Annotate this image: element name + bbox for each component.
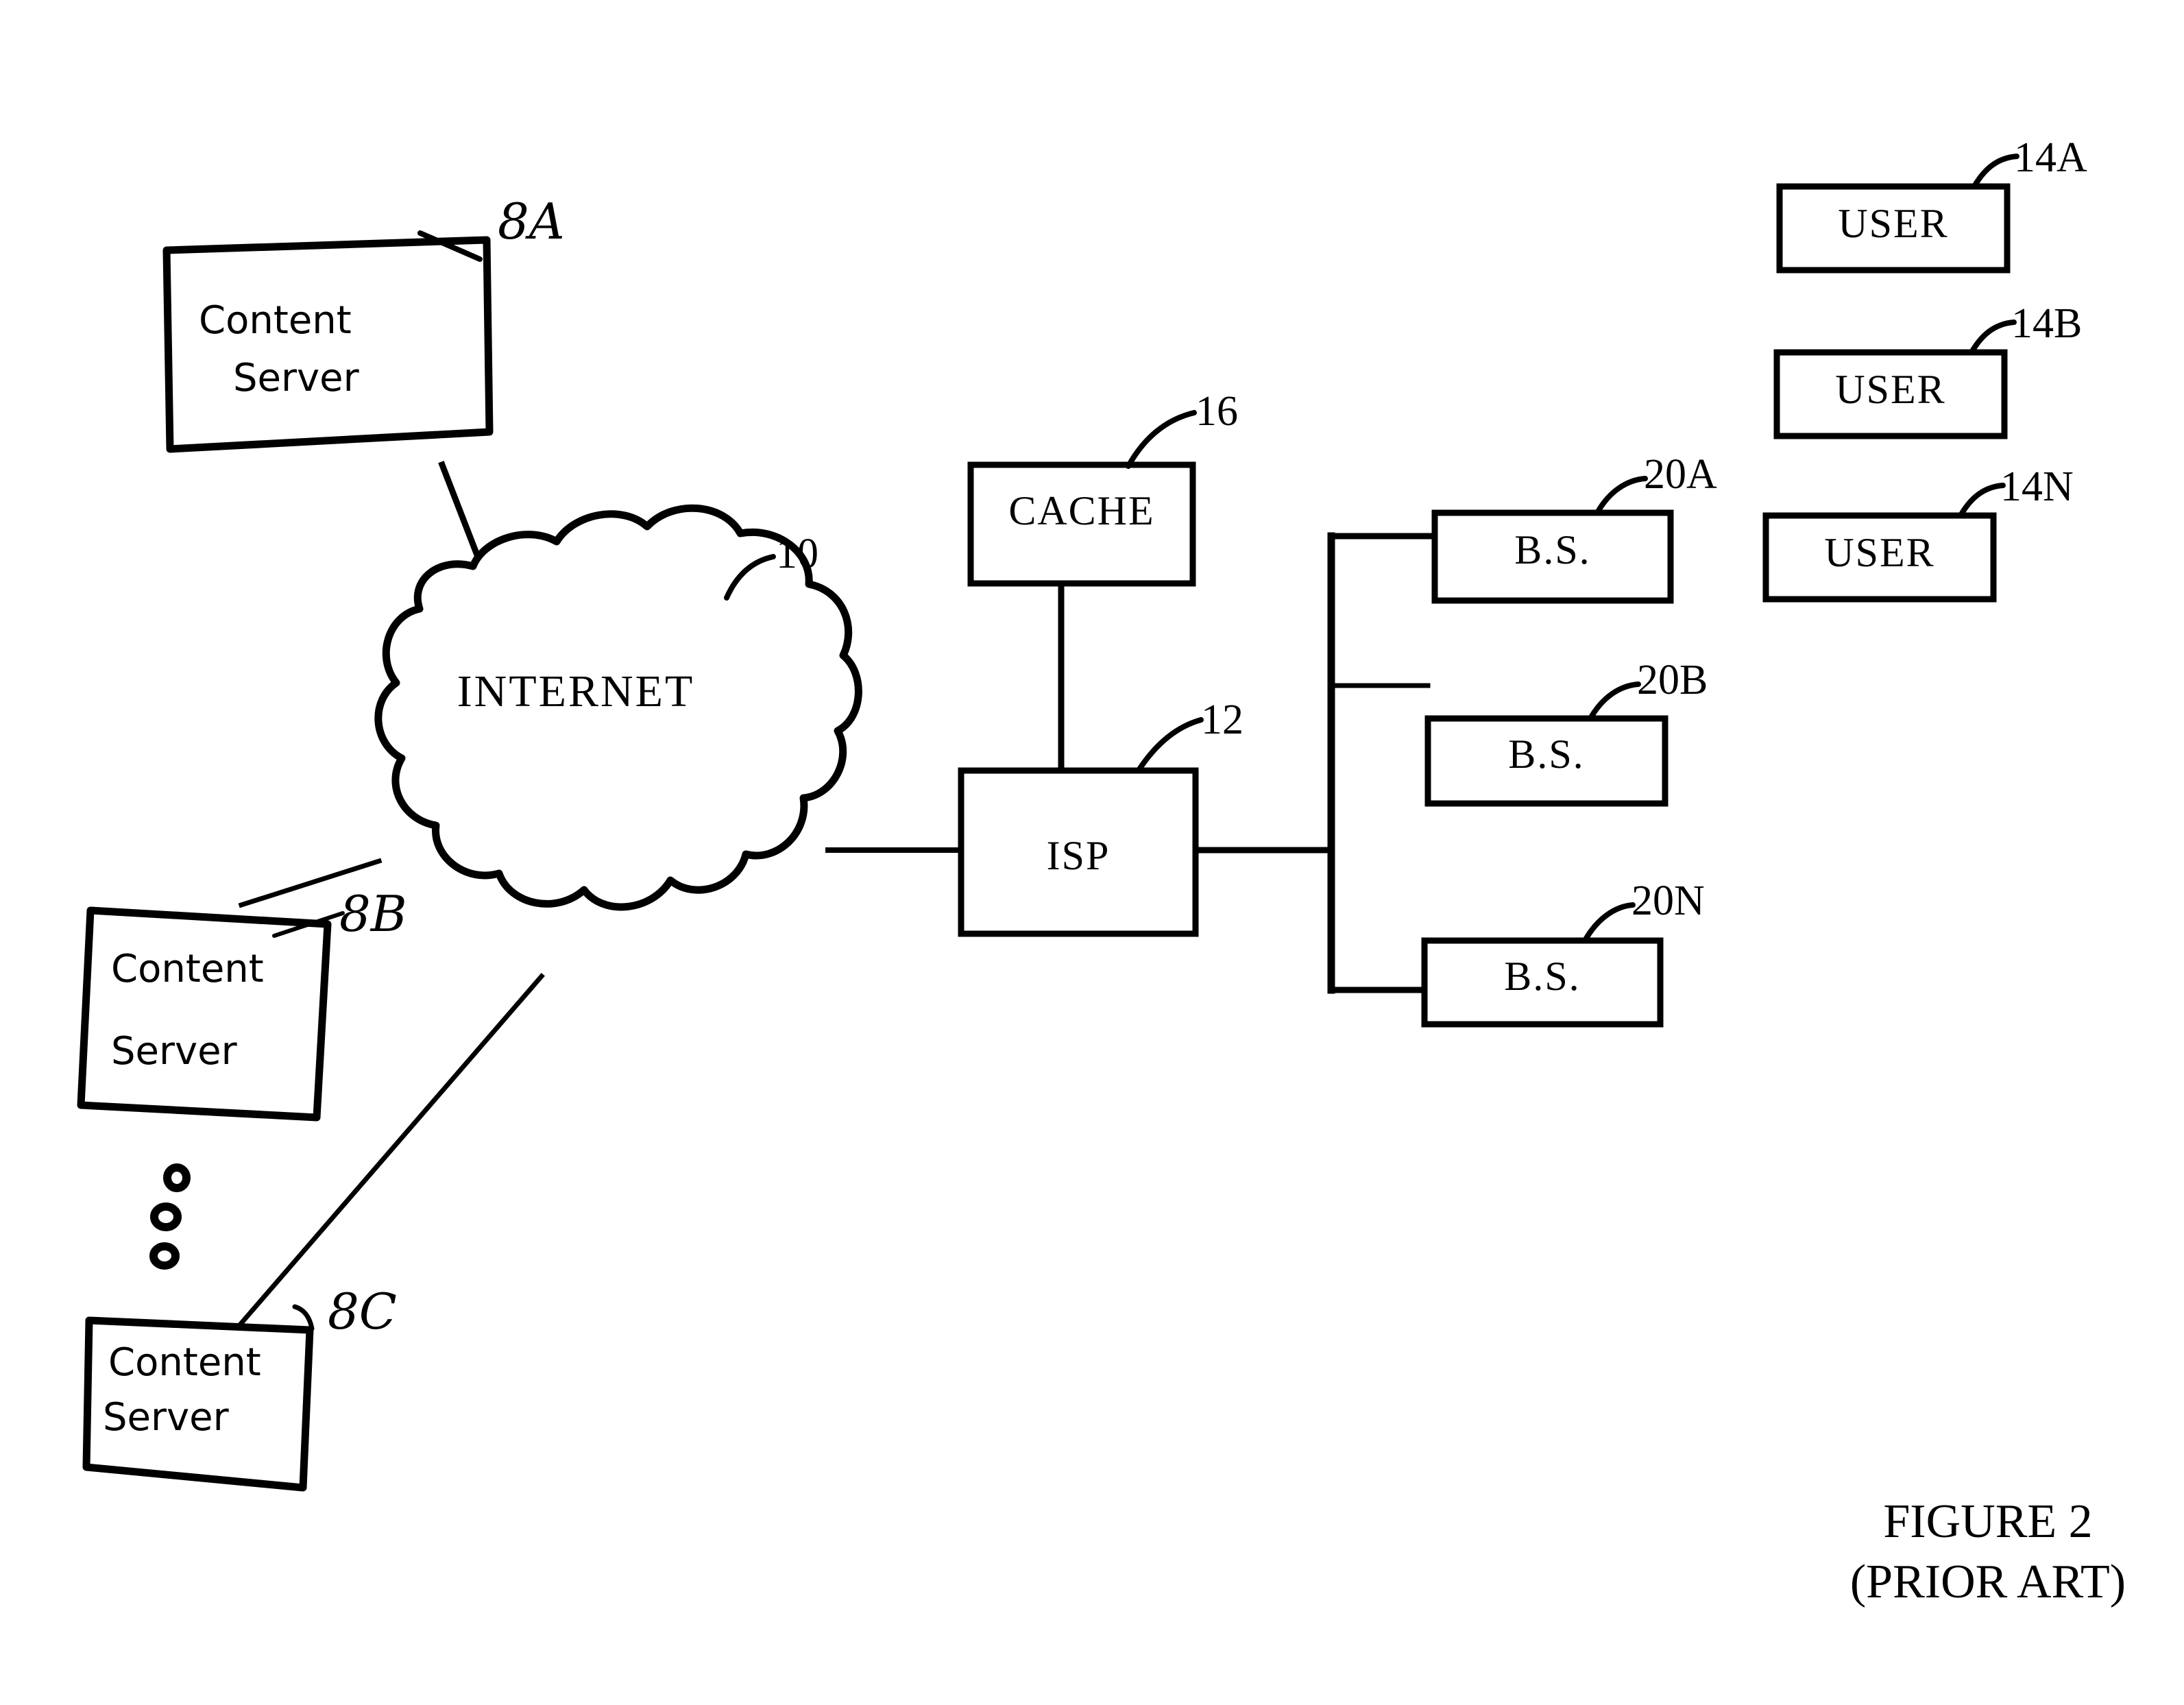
ref-number-user-14a: 14A bbox=[2014, 134, 2087, 181]
content-server-b-box bbox=[77, 906, 332, 1122]
content-server-a-label-line2: Server bbox=[233, 356, 360, 400]
ellipsis-dot-2 bbox=[150, 1202, 182, 1231]
ref-number-content-server-b: 8B bbox=[339, 885, 407, 943]
leader-base-station-20n-ref bbox=[1582, 902, 1636, 943]
leader-base-station-20b-ref bbox=[1588, 681, 1641, 721]
leader-user-14n-ref bbox=[1958, 483, 2006, 518]
ref-number-base-station-20n: 20N bbox=[1631, 878, 1705, 924]
figure-caption-line2: (PRIOR ART) bbox=[1850, 1556, 2126, 1608]
ellipsis-dot-1 bbox=[163, 1163, 191, 1192]
ref-number-isp: 12 bbox=[1201, 697, 1243, 743]
leader-cache-ref bbox=[1126, 410, 1197, 469]
ref-number-user-14b: 14B bbox=[2011, 300, 2082, 347]
ref-number-content-server-c: 8C bbox=[328, 1283, 397, 1340]
link-content-server-a-to-internet bbox=[438, 461, 484, 566]
figure-caption-line1: FIGURE 2 bbox=[1883, 1495, 2092, 1548]
figure-canvas: INTERNET 10 Content Server 8A Content Se… bbox=[77, 134, 2126, 1608]
leader-user-14a-ref bbox=[1971, 154, 2019, 189]
content-server-b-label-line1: Content bbox=[111, 947, 264, 991]
leader-user-14b-ref bbox=[1969, 319, 2017, 355]
content-server-c-label-line1: Content bbox=[108, 1340, 261, 1385]
base-station-20b-label: B.S. bbox=[1508, 731, 1584, 777]
ref-number-internet: 10 bbox=[776, 531, 818, 577]
content-server-a-label-line1: Content bbox=[199, 298, 352, 343]
base-station-20a-label: B.S. bbox=[1514, 527, 1590, 572]
base-station-20n-label: B.S. bbox=[1504, 954, 1580, 999]
leader-isp-ref bbox=[1137, 717, 1204, 772]
ref-number-user-14n: 14N bbox=[2000, 463, 2074, 510]
content-server-b-label-line2: Server bbox=[111, 1029, 238, 1074]
user-14a-label: USER bbox=[1838, 201, 1948, 246]
ref-number-base-station-20b: 20B bbox=[1637, 657, 1708, 703]
leader-content-server-c-ref bbox=[292, 1304, 315, 1331]
patent-figure-2: INTERNET 10 Content Server 8A Content Se… bbox=[0, 0, 2184, 1705]
ref-number-content-server-a: 8A bbox=[498, 193, 565, 250]
leader-base-station-20a-ref bbox=[1594, 476, 1648, 516]
ref-number-base-station-20a: 20A bbox=[1644, 451, 1717, 498]
ellipsis-dot-3 bbox=[149, 1242, 180, 1270]
ref-number-cache: 16 bbox=[1196, 388, 1238, 435]
user-14b-label: USER bbox=[1835, 367, 1945, 412]
isp-label: ISP bbox=[1047, 833, 1111, 878]
cache-label: CACHE bbox=[1008, 488, 1154, 533]
internet-cloud-label: INTERNET bbox=[457, 666, 695, 716]
user-14n-label: USER bbox=[1824, 530, 1934, 575]
content-server-c-label-line2: Server bbox=[103, 1395, 230, 1440]
content-server-a-box bbox=[162, 236, 494, 453]
